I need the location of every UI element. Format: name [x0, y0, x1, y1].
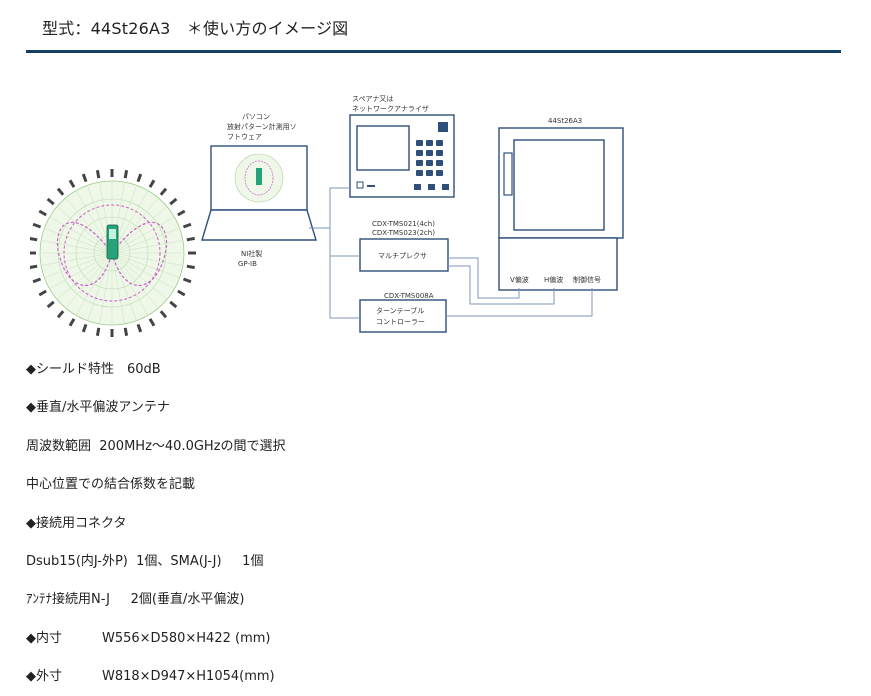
turntable-controller: CDX-TMS008A ターンテーブル コントローラー: [359, 292, 447, 333]
svg-text:ネットワークアナライザ: ネットワークアナライザ: [352, 105, 429, 113]
svg-text:スペアナ又は: スペアナ又は: [352, 95, 393, 103]
spectrum-analyzer: スペアナ又は ネットワークアナライザ: [349, 95, 455, 198]
outer-size-label: ◆外寸: [26, 669, 62, 684]
spec-outer-size: ◆外寸 W818×D947×H1054(mm): [26, 665, 275, 684]
spec-coupling: 中心位置での結合係数を記載: [26, 477, 196, 492]
svg-text:マルチプレクサ: マルチプレクサ: [378, 252, 427, 260]
multiplexer: CDX-TMS021(4ch) CDX-TMS023(2ch) マルチプレクサ: [359, 220, 449, 272]
inner-size-value: W556×D580×H422 (mm): [102, 631, 271, 646]
svg-text:V偏波: V偏波: [510, 275, 529, 284]
svg-text:CDX-TMS021(4ch): CDX-TMS021(4ch): [372, 220, 435, 228]
svg-text:CDX-TMS023(2ch): CDX-TMS023(2ch): [372, 229, 435, 237]
svg-text:CDX-TMS008A: CDX-TMS008A: [384, 292, 434, 300]
svg-text:パソコン: パソコン: [242, 113, 270, 121]
page-heading: 型式：44St26A3 ＊使い方のイメージ図: [26, 0, 841, 53]
pc-laptop: パソコン 放射パターン計測用ソ フトウェア NI社製 GP-IB: [201, 113, 317, 268]
spec-inner-size: ◆内寸 W556×D580×H422 (mm): [26, 627, 270, 646]
svg-text:44St26A3: 44St26A3: [548, 117, 582, 125]
spec-shield: ◆シールド特性 60dB: [26, 362, 161, 377]
page-title: 型式：44St26A3 ＊使い方のイメージ図: [42, 19, 349, 38]
usage-diagram: パソコン 放射パターン計測用ソ フトウェア NI社製 GP-IB スペアナ又は …: [30, 95, 624, 337]
spec-frequency: 周波数範囲 200MHz～40.0GHzの間で選択: [26, 439, 286, 454]
svg-text:H偏波: H偏波: [544, 275, 563, 284]
inner-size-label: ◆内寸: [26, 631, 62, 646]
svg-text:NI社製: NI社製: [241, 249, 262, 258]
svg-text:コントローラー: コントローラー: [376, 318, 425, 326]
svg-text:GP-IB: GP-IB: [238, 260, 257, 268]
svg-text:制御信号: 制御信号: [573, 275, 601, 284]
spec-connector-dsub: Dsub15(内J-外P) 1個、SMA(J-J) 1個: [26, 554, 264, 569]
spec-antenna: ◆垂直/水平偏波アンテナ: [26, 400, 170, 415]
svg-text:フトウェア: フトウェア: [227, 133, 262, 141]
svg-text:ターンテーブル: ターンテーブル: [376, 306, 424, 315]
spec-connector-heading: ◆接続用コネクタ: [26, 516, 127, 531]
spec-connector-antenna: ｱﾝﾃﾅ接続用N-J 2個(垂直/水平偏波): [26, 592, 245, 607]
outer-size-value: W818×D947×H1054(mm): [102, 669, 275, 684]
radiation-pattern-plot: [30, 169, 196, 337]
svg-text:放射パターン計測用ソ: 放射パターン計測用ソ: [227, 122, 297, 131]
shield-chamber: 44St26A3 V偏波 H偏波 制御信号: [498, 117, 624, 291]
